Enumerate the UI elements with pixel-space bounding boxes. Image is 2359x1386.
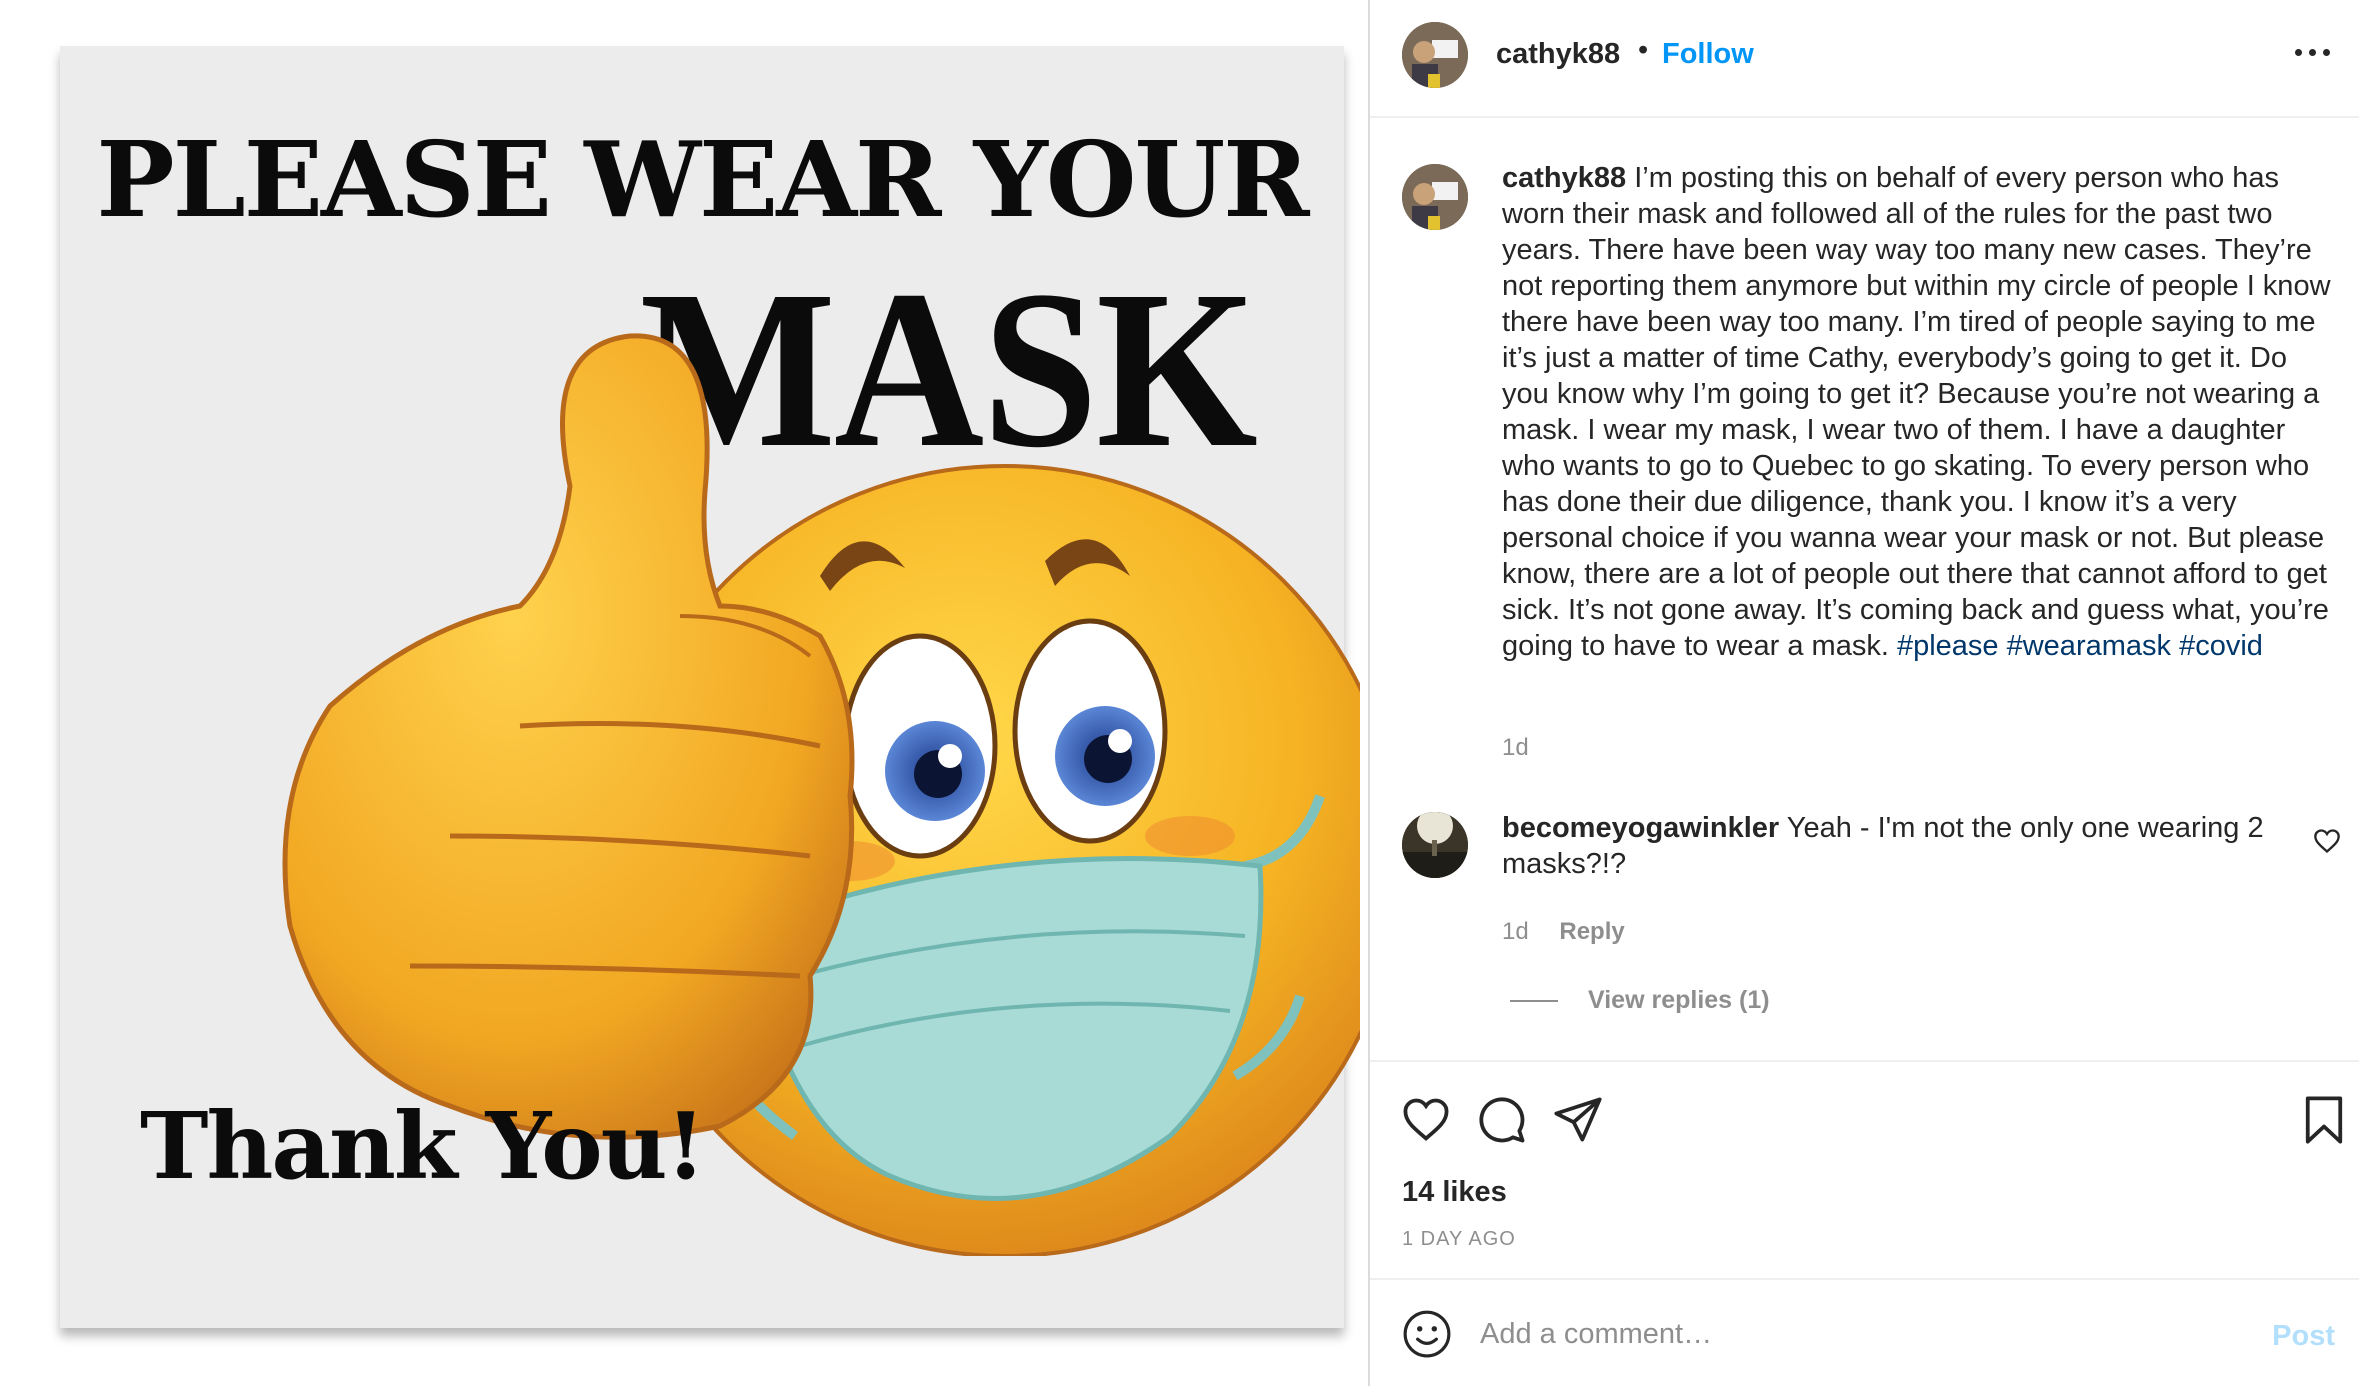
separator-dot: • [1638, 34, 1649, 66]
likes-count[interactable]: 14 likes [1402, 1176, 1507, 1209]
more-options-icon[interactable] [2293, 44, 2333, 58]
reply-button[interactable]: Reply [1559, 918, 1624, 945]
post-media[interactable]: PLEASE WEAR YOUR MASK Thank You! [0, 0, 1368, 1386]
caption-timestamp[interactable]: 1d [1502, 734, 1529, 762]
caption-text: cathyk88 I’m posting this on behalf of e… [1502, 160, 2340, 664]
caption-avatar[interactable] [1402, 164, 1468, 230]
poster-thank-you: Thank You! [140, 1092, 706, 1200]
caption-username[interactable]: cathyk88 [1502, 162, 1626, 194]
post-image: PLEASE WEAR YOUR MASK Thank You! [60, 46, 1360, 1328]
comments-scroll-area[interactable]: cathyk88 I’m posting this on behalf of e… [1370, 118, 2359, 1060]
caption-body: I’m posting this on behalf of every pers… [1502, 162, 2331, 662]
commenter-username[interactable]: becomeyogawinkler [1502, 812, 1779, 844]
follow-button[interactable]: Follow [1662, 38, 1754, 71]
comment-meta: 1d Reply [1502, 918, 1625, 946]
post-side-panel: cathyk88 • Follow cathyk88 I’m posting t… [1370, 0, 2359, 1386]
comment-timestamp[interactable]: 1d [1502, 918, 1529, 945]
comment-input[interactable] [1480, 1306, 2180, 1362]
post-comment-button[interactable]: Post [2272, 1320, 2335, 1353]
hashtag-wearamask[interactable]: #wearamask [2007, 630, 2171, 662]
avatar-photo-icon [1402, 22, 1468, 88]
commenter-avatar[interactable] [1402, 812, 1468, 878]
view-replies-button[interactable]: View replies (1) [1510, 986, 1770, 1015]
emoji-icon[interactable] [1402, 1309, 1452, 1359]
add-comment-bar: Post [1370, 1278, 2359, 1386]
post-actions: 14 likes 1 DAY AGO [1370, 1060, 2359, 1278]
poster-headline: PLEASE WEAR YOUR [96, 118, 1309, 241]
avatar-photo-icon [1402, 164, 1468, 230]
avatar-photo-icon [1402, 812, 1468, 878]
bookmark-icon[interactable] [2298, 1094, 2350, 1146]
author-avatar[interactable] [1402, 22, 1468, 88]
hashtag-please[interactable]: #please [1897, 630, 1999, 662]
replies-line [1510, 1000, 1558, 1003]
share-icon[interactable] [1552, 1094, 1604, 1146]
view-replies-label: View replies (1) [1588, 986, 1770, 1014]
like-comment-icon[interactable] [2313, 828, 2341, 854]
hashtag-covid[interactable]: #covid [2179, 630, 2263, 662]
comment-icon[interactable] [1476, 1094, 1528, 1146]
heart-icon[interactable] [1400, 1094, 1452, 1146]
post-header: cathyk88 • Follow [1370, 0, 2359, 118]
author-username[interactable]: cathyk88 [1496, 38, 1620, 71]
comment-item: becomeyogawinkler Yeah - I'm not the onl… [1502, 810, 2302, 882]
post-age[interactable]: 1 DAY AGO [1402, 1228, 1516, 1251]
